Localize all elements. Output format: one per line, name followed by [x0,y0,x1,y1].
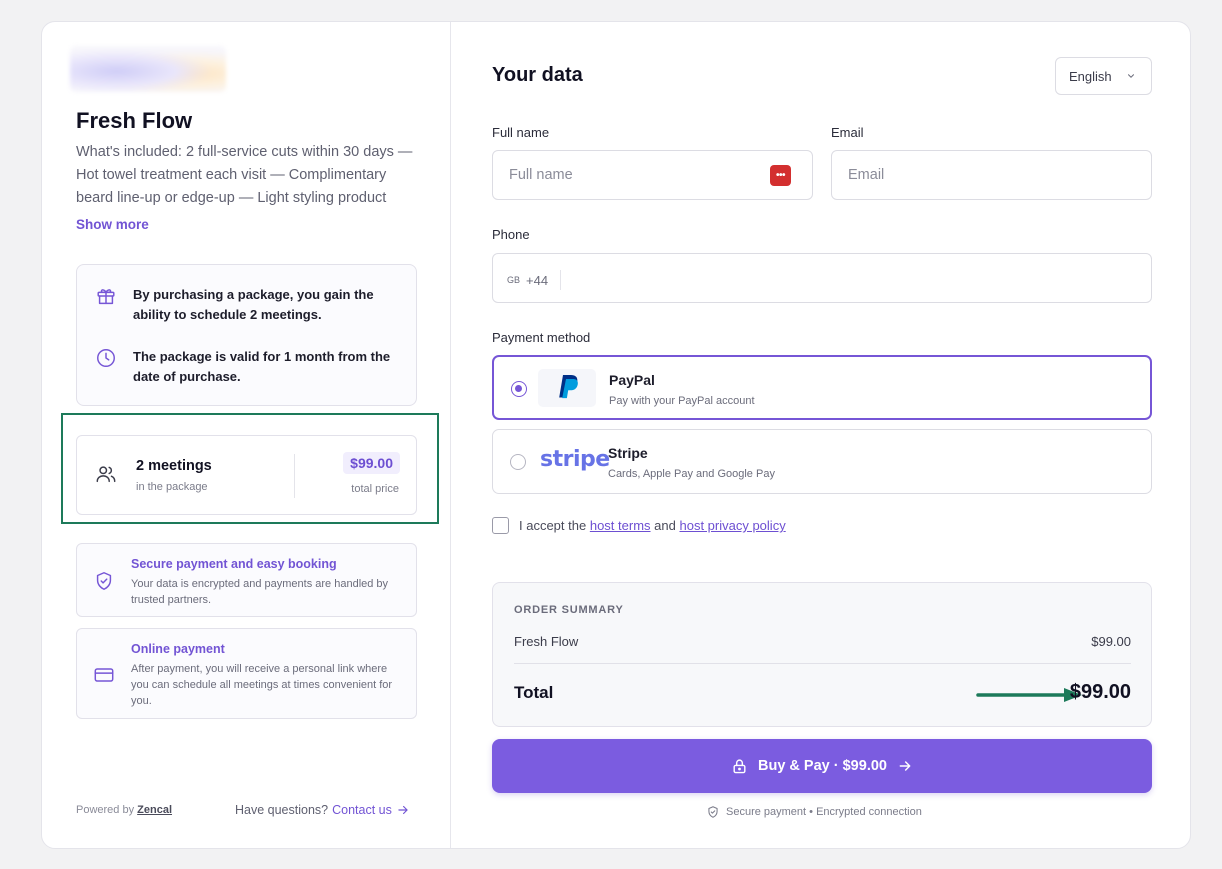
chevron-down-icon [1127,74,1134,78]
password-manager-icon[interactable]: ••• [770,165,791,186]
checkout-card: Fresh Flow What's included: 2 full-servi… [41,21,1191,849]
feature-online-payment: Online payment After payment, you will r… [76,628,417,719]
validity-info-text: The package is valid for 1 month from th… [133,349,391,384]
host-privacy-link[interactable]: host privacy policy [679,518,785,533]
product-title: Fresh Flow [76,108,193,133]
buy-pay-button[interactable]: Buy & Pay · $99.00 [492,739,1152,793]
phone-country-flag: GB [507,275,521,285]
arrow-right-icon [398,805,408,815]
terms-and: and [654,518,676,533]
secure-note: Secure payment • Encrypted connection [706,805,922,819]
email-placeholder: Email [848,167,885,183]
paypal-logo-icon [538,369,596,407]
stripe-description: Cards, Apple Pay and Google Pay [608,468,775,480]
schedule-info: By purchasing a package, you gain the ab… [95,285,403,325]
terms-prefix: I accept the [519,518,587,533]
email-label: Email [831,125,864,140]
checkout-form-panel: Your data English Full name Full name ••… [452,22,1190,848]
shield-check-icon [96,572,112,590]
summary-divider [514,663,1131,664]
stripe-name: Stripe [608,445,648,461]
summary-item-price: $99.00 [1091,634,1131,649]
gift-icon [97,289,115,305]
brand-logo [70,46,226,92]
meeting-count: 2 meetings [136,458,212,474]
language-value: English [1069,68,1112,84]
meeting-count-sub: in the package [136,481,208,493]
package-summary-box: 2 meetings in the package $99.00 total p… [76,435,417,515]
shield-check-icon [708,806,718,818]
email-field[interactable]: Email [831,150,1152,200]
package-info-box: By purchasing a package, you gain the ab… [76,264,417,406]
package-panel: Fresh Flow What's included: 2 full-servi… [42,22,451,848]
lock-icon [733,758,746,773]
order-summary: ORDER SUMMARY Fresh Flow $99.00 Total $9… [492,582,1152,727]
powered-by: Powered by Zencal [76,804,172,816]
summary-total-label: Total [514,683,554,702]
stripe-radio[interactable] [510,454,526,470]
payment-option-stripe[interactable]: stripe Stripe Cards, Apple Pay and Googl… [492,429,1152,494]
feature-description: After payment, you will receive a person… [131,663,393,707]
phone-field[interactable]: GB +44 [492,253,1152,303]
contact-us-link[interactable]: Contact us [332,803,392,817]
feature-title: Secure payment and easy booking [131,557,337,571]
terms-checkbox[interactable] [492,517,509,534]
zencal-link[interactable]: Zencal [137,804,172,816]
payment-option-paypal[interactable]: PayPal Pay with your PayPal account [492,355,1152,420]
phone-label: Phone [492,227,530,242]
secure-note-text: Secure payment • Encrypted connection [726,806,922,818]
package-price-badge: $99.00 [343,452,400,474]
buy-pay-label: Buy & Pay · $99.00 [758,758,887,774]
users-icon [96,466,116,483]
summary-item-name: Fresh Flow [514,634,579,649]
host-terms-link[interactable]: host terms [590,518,651,533]
arrow-right-icon [899,761,911,771]
product-description: What's included: 2 full-service cuts wit… [76,144,413,206]
full-name-label: Full name [492,125,550,140]
paypal-description: Pay with your PayPal account [609,395,755,407]
package-price-sub: total price [351,483,399,495]
language-select[interactable]: English [1055,57,1152,95]
feature-description: Your data is encrypted and payments are … [131,578,389,606]
paypal-name: PayPal [609,372,655,388]
full-name-placeholder: Full name [509,167,573,183]
terms-row: I accept the host terms and host privacy… [492,517,786,534]
show-more-link[interactable]: Show more [76,217,149,232]
validity-info: The package is valid for 1 month from th… [95,347,403,387]
payment-method-label: Payment method [492,330,591,345]
schedule-info-text: By purchasing a package, you gain the ab… [133,287,374,322]
order-summary-heading: ORDER SUMMARY [514,604,624,616]
phone-country-code[interactable]: GB +44 [507,270,562,290]
questions-text: Have questions? [235,803,329,817]
annotation-arrow-icon [976,688,1082,702]
questions-row: Have questions? Contact us [235,803,410,817]
paypal-radio[interactable] [511,381,527,397]
full-name-field[interactable]: Full name ••• [492,150,813,200]
form-heading: Your data [492,64,583,86]
credit-card-icon [94,668,114,682]
summary-total-price: $99.00 [1069,681,1131,703]
feature-title: Online payment [131,642,225,656]
powered-prefix: Powered by [76,804,135,816]
phone-dial-code: +44 [526,272,549,288]
divider [294,454,295,498]
stripe-logo: stripe [540,447,610,472]
clock-icon [97,349,115,367]
feature-secure-payment: Secure payment and easy booking Your dat… [76,543,417,617]
